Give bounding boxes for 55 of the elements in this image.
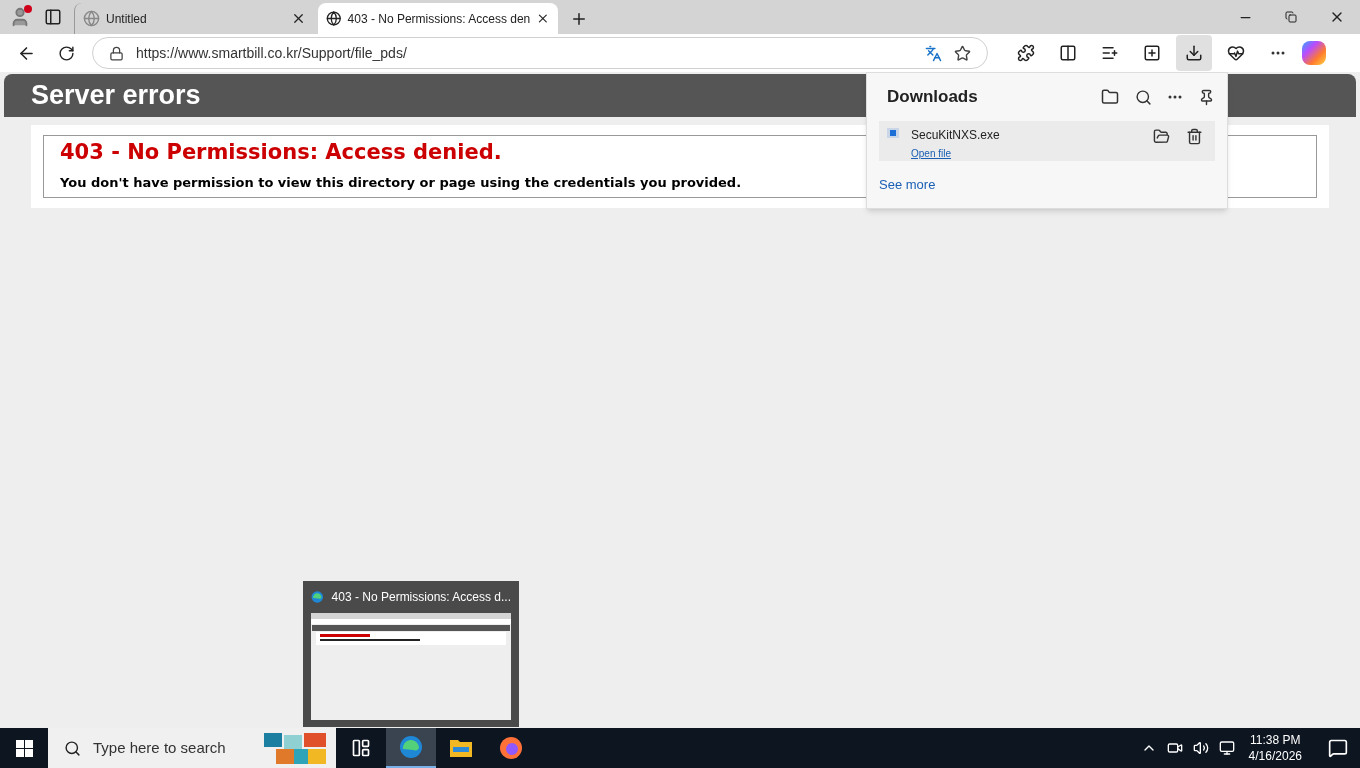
lock-icon [109,45,124,61]
error-message: You don't have permission to view this directory or page using the credentials you provided. [60,174,742,192]
clock-time: 11:38 PM [1250,732,1301,748]
tab-title: 403 - No Permissions: Access den [347,10,531,28]
pin-icon[interactable] [1198,88,1215,106]
panel-title: Downloads [887,86,979,109]
copilot-icon[interactable] [1302,41,1326,65]
windows-start-icon[interactable] [15,739,33,757]
browser-tab[interactable]: 403 - No Permissions: Access den [318,3,558,34]
camera-icon[interactable] [1166,740,1183,756]
open-file-link[interactable]: Open file [911,146,952,161]
speaker-icon[interactable] [1192,740,1209,756]
see-more-link[interactable]: See more [879,175,936,195]
downloads-button[interactable] [1176,35,1212,71]
fox-browser-icon [499,736,523,760]
translate-icon[interactable] [925,44,942,62]
file-name: SecuKitNXS.exe [911,127,1001,144]
puzzle-icon [1017,44,1035,62]
page-heading: Server errors [31,79,201,113]
list-plus-icon [1101,44,1119,62]
search-icon [64,739,81,757]
notifications-icon[interactable] [1328,738,1348,758]
globe-icon [83,10,100,27]
square-plus-icon [1143,44,1161,62]
more-icon[interactable] [1168,95,1182,99]
taskbar-search-field[interactable]: Type here to search [48,728,336,768]
delete-icon[interactable] [1186,128,1203,145]
search-placeholder: Type here to search [93,737,227,758]
tab-title: Untitled [106,10,148,28]
error-title: 403 - No Permissions: Access denied. [60,139,502,165]
folder-icon[interactable] [1101,88,1119,106]
task-view-icon [351,738,371,758]
url-text: https://www.smartbill.co.kr/Support/file_pds/ [136,43,408,63]
window-preview[interactable]: 403 - No Permissions: Access d... [303,581,519,727]
favorite-star-icon[interactable] [954,44,971,62]
tab-actions-icon[interactable] [44,8,62,26]
close-icon[interactable] [536,11,550,26]
more-icon [1271,51,1285,55]
restore-icon[interactable] [1285,11,1297,23]
split-screen-icon [1059,44,1077,62]
close-icon[interactable] [291,11,306,26]
browser-icon [399,735,423,759]
download-icon [1185,44,1203,62]
preview-title: 403 - No Permissions: Access d... [331,589,511,606]
executable-icon [887,128,899,138]
refresh-icon [57,44,75,62]
show-in-folder-icon[interactable] [1153,128,1170,145]
puzzle-pieces-icon [264,731,328,765]
download-item[interactable]: SecuKitNXS.exe Open file [879,121,1215,161]
globe-icon [326,10,342,27]
network-icon[interactable] [1218,740,1235,756]
heart-pulse-icon [1227,44,1245,62]
search-icon[interactable] [1135,88,1152,106]
folder-icon [449,737,473,759]
clock-date: 4/16/2026 [1248,748,1302,764]
